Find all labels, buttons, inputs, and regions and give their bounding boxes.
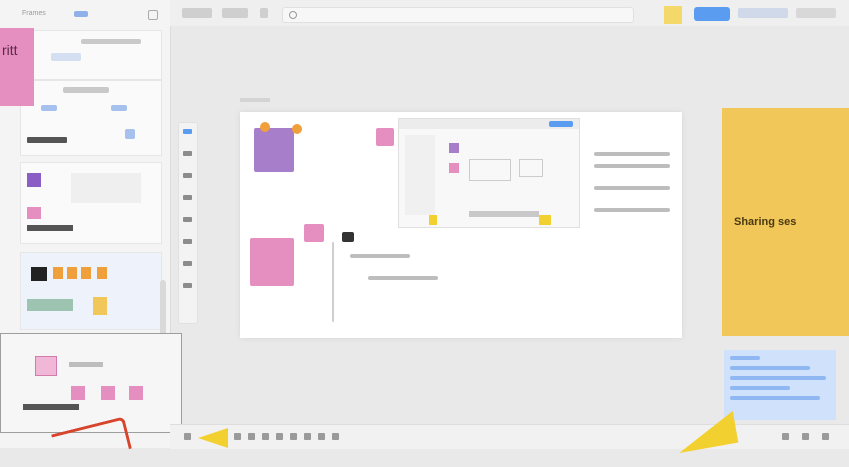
close-icon[interactable] <box>148 10 158 20</box>
text-line <box>594 152 670 156</box>
more-icon[interactable] <box>183 283 192 288</box>
connector-icon[interactable] <box>183 217 192 222</box>
sticky-note-pink-medium[interactable] <box>304 224 324 242</box>
bottom-toolbar <box>170 424 849 449</box>
frames-count-badge <box>74 11 88 17</box>
sticky-note-pink-large[interactable] <box>250 238 294 286</box>
frame-icon[interactable] <box>183 239 192 244</box>
text-line <box>594 186 670 190</box>
share-button[interactable] <box>694 7 730 21</box>
frame-thumbnail-selected[interactable] <box>0 333 182 433</box>
text-line <box>350 254 410 258</box>
pen-icon[interactable] <box>183 151 192 156</box>
zoom-out-icon[interactable] <box>782 433 789 440</box>
frames-panel: Frames ritt <box>0 0 182 448</box>
frames-panel-title: Frames <box>22 10 46 17</box>
avatar <box>292 124 302 134</box>
embedded-window[interactable] <box>398 118 580 228</box>
toolbar-icon[interactable] <box>248 433 255 440</box>
toolbar-icon[interactable] <box>304 433 311 440</box>
zoom-in-icon[interactable] <box>802 433 809 440</box>
text-line <box>594 208 670 212</box>
undo-icon[interactable] <box>184 433 191 440</box>
toolbar-icon[interactable] <box>318 433 325 440</box>
sticky-note-text: ritt <box>2 42 18 58</box>
frame-thumbnail-4[interactable] <box>20 252 162 330</box>
collaborator-avatars[interactable] <box>738 8 788 18</box>
toolbar-button-2[interactable] <box>222 8 248 18</box>
search-input[interactable] <box>282 7 634 23</box>
toolbar-icon[interactable] <box>262 433 269 440</box>
fullscreen-icon[interactable] <box>822 433 829 440</box>
toolbar-button-1[interactable] <box>182 8 212 18</box>
toolbar-icon[interactable] <box>234 433 241 440</box>
search-icon <box>289 11 297 19</box>
sticky-note-pink[interactable]: ritt <box>0 28 34 106</box>
sticky-note-pink-small[interactable] <box>376 128 394 146</box>
tool-strip <box>178 122 198 324</box>
sticky-note-yellow-text: Sharing ses <box>734 216 797 228</box>
text-line <box>594 164 670 168</box>
comment-icon[interactable] <box>183 261 192 266</box>
frame-label <box>240 98 270 102</box>
frame-thumbnail-2[interactable] <box>20 80 162 156</box>
text-icon[interactable] <box>183 195 192 200</box>
toolbar-icon[interactable] <box>332 433 339 440</box>
image-icon <box>342 232 354 242</box>
view-options[interactable] <box>796 8 836 18</box>
avatar <box>260 122 270 132</box>
toolbar-icon[interactable] <box>290 433 297 440</box>
text-line <box>368 276 438 280</box>
frames-panel-header: Frames <box>18 8 158 24</box>
sticky-note-purple[interactable] <box>254 128 294 172</box>
frame-thumbnail-3[interactable] <box>20 162 162 244</box>
sticky-note-icon[interactable] <box>664 6 682 24</box>
divider <box>332 242 334 322</box>
cursor-icon[interactable] <box>183 129 192 134</box>
shape-icon[interactable] <box>183 173 192 178</box>
zoom-icon[interactable] <box>260 8 268 18</box>
frame-thumbnail-1[interactable] <box>20 30 162 80</box>
info-panel[interactable] <box>724 350 836 420</box>
toolbar-icon[interactable] <box>276 433 283 440</box>
sticky-note-yellow[interactable]: Sharing ses <box>722 108 849 336</box>
